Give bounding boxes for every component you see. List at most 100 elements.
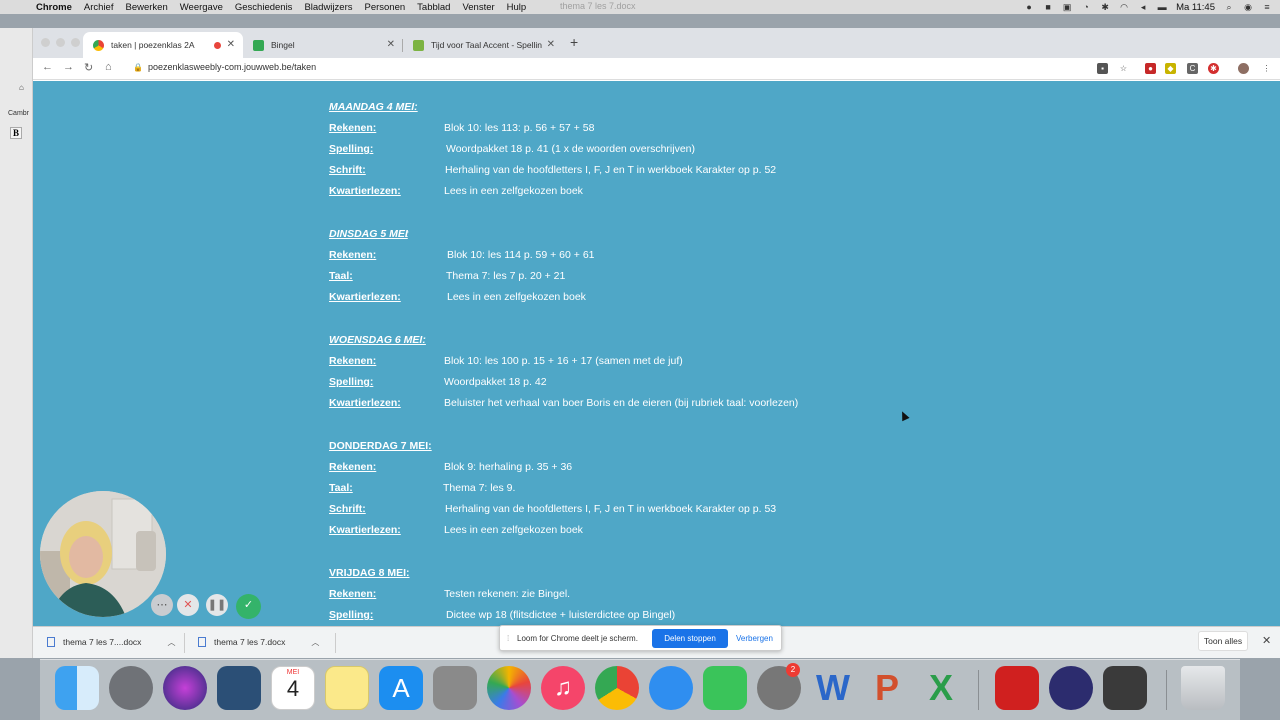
notification-center-icon[interactable]: ≡	[1262, 2, 1272, 12]
display-icon[interactable]: ▣	[1062, 2, 1072, 12]
chrome-menu-icon[interactable]: ⋮	[1261, 63, 1272, 74]
menu-archief[interactable]: Archief	[84, 2, 114, 13]
subject-label: Kwartierlezen:	[329, 185, 401, 197]
close-downloads-icon[interactable]: ✕	[1262, 634, 1271, 647]
chevron-up-icon[interactable]: ︿	[311, 638, 319, 647]
close-tab-icon[interactable]: ✕	[227, 39, 235, 50]
trash-icon[interactable]	[1181, 666, 1225, 710]
menu-hulp[interactable]: Hulp	[507, 2, 527, 13]
tab-taal-accent[interactable]: Tijd voor Taal Accent - Spellin ✕	[403, 32, 563, 58]
tab-strip: taken | poezenklas 2A ✕ Bingel ✕ Tijd vo…	[33, 28, 1280, 58]
extension-yellow-icon[interactable]: ◆	[1165, 63, 1176, 74]
day-heading-donderdag: DONDERDAG 7 MEI:	[329, 440, 432, 452]
finish-recording-icon[interactable]: ✓	[236, 594, 261, 619]
volume-icon[interactable]: ◂	[1138, 2, 1148, 12]
home-icon[interactable]: ⌂	[105, 61, 112, 73]
tab-label: Tijd voor Taal Accent - Spellin	[431, 40, 543, 50]
window-close-dot[interactable]	[41, 38, 50, 47]
forward-icon[interactable]: →	[63, 61, 74, 73]
launchpad-icon[interactable]	[109, 666, 153, 710]
loom-sharing-bar: ⁞ Loom for Chrome deelt je scherm. Delen…	[499, 625, 782, 651]
camera-icon[interactable]: ■	[1043, 2, 1053, 12]
menu-geschiedenis[interactable]: Geschiedenis	[235, 2, 293, 13]
window-zoom-dot[interactable]	[71, 38, 80, 47]
subject-task: Thema 7: les 9.	[443, 482, 516, 494]
music-icon[interactable]: ♫	[541, 666, 585, 710]
menu-bladwijzers[interactable]: Bladwijzers	[304, 2, 352, 13]
menu-personen[interactable]: Personen	[364, 2, 405, 13]
chevron-up-icon[interactable]: ︿	[167, 638, 175, 647]
acrobat-icon[interactable]	[995, 666, 1039, 710]
reload-icon[interactable]: ↻	[84, 61, 93, 74]
window-minimize-dot[interactable]	[56, 38, 65, 47]
webcam-bubble[interactable]	[40, 491, 166, 617]
subject-task: Blok 10: les 113: p. 56 + 57 + 58	[444, 122, 595, 134]
music-player-icon[interactable]	[1049, 666, 1093, 710]
loom-ext-icon[interactable]: ✱	[1208, 63, 1219, 74]
tab-bingel[interactable]: Bingel ✕	[243, 32, 403, 58]
menu-app-name[interactable]: Chrome	[36, 2, 72, 13]
bold-button[interactable]: B	[10, 127, 22, 139]
pause-recording-icon[interactable]: ❚❚	[206, 594, 228, 616]
media-app-icon[interactable]	[1103, 666, 1147, 710]
drag-handle-icon[interactable]: ⁞	[507, 634, 509, 643]
powerpoint-icon[interactable]: P	[865, 666, 909, 710]
subject-label: Kwartierlezen:	[329, 291, 401, 303]
tab-taken[interactable]: taken | poezenklas 2A ✕	[83, 32, 243, 58]
spotlight-icon[interactable]: ⌕	[1224, 2, 1234, 12]
time-machine-icon[interactable]: ◔	[1081, 2, 1091, 12]
photo-slideshow-icon[interactable]	[217, 666, 261, 710]
menu-tabblad[interactable]: Tabblad	[417, 2, 450, 13]
subject-label: Spelling:	[329, 143, 374, 155]
cancel-recording-icon[interactable]: ✕	[177, 594, 199, 616]
menu-venster[interactable]: Venster	[462, 2, 494, 13]
notes-icon[interactable]	[325, 666, 369, 710]
calendar-icon[interactable]: MEI 4	[271, 666, 315, 710]
facetime-icon[interactable]	[703, 666, 747, 710]
back-icon[interactable]: ←	[42, 61, 53, 73]
menu-bewerken[interactable]: Bewerken	[125, 2, 167, 13]
subject-task: Dictee wp 18 (flitsdictee + luisterdicte…	[446, 609, 676, 621]
extension-gray-icon[interactable]: C	[1187, 63, 1198, 74]
address-bar[interactable]: poezenklasweebly-com.jouwweb.be/taken	[148, 62, 316, 72]
show-all-downloads-button[interactable]: Toon alles	[1198, 631, 1248, 651]
lock-icon[interactable]: 🔒	[133, 63, 143, 72]
excel-icon[interactable]: X	[919, 666, 963, 710]
bookmark-star-icon[interactable]: ☆	[1118, 63, 1129, 74]
stop-sharing-button[interactable]: Delen stoppen	[652, 629, 728, 648]
siri-icon[interactable]: ◉	[1243, 2, 1253, 12]
new-tab-icon[interactable]: +	[570, 34, 578, 50]
download-item[interactable]: thema 7 les 7....docx ︿	[47, 637, 175, 648]
more-options-icon[interactable]: ⋯	[151, 594, 173, 616]
siri-icon[interactable]	[163, 666, 207, 710]
flag-icon[interactable]: ▬	[1157, 2, 1167, 12]
subject-label: Rekenen:	[329, 588, 377, 600]
bluetooth-icon[interactable]: ✱	[1100, 2, 1110, 12]
font-field[interactable]: Cambr	[8, 110, 29, 117]
profile-avatar[interactable]	[1238, 63, 1249, 74]
camera-ext-icon[interactable]: ▪	[1097, 63, 1108, 74]
background-word-window[interactable]: ⌂ Cambr B	[0, 28, 33, 658]
word-icon[interactable]: W	[811, 666, 855, 710]
subject-label: Rekenen:	[329, 249, 377, 261]
microphone-icon[interactable]: ●	[1024, 2, 1034, 12]
home-icon[interactable]: ⌂	[19, 83, 24, 92]
download-item[interactable]: thema 7 les 7.docx ︿	[198, 637, 319, 648]
close-tab-icon[interactable]: ✕	[387, 39, 395, 50]
wifi-icon[interactable]: ◠	[1119, 2, 1129, 12]
subject-label: Kwartierlezen:	[329, 397, 401, 409]
finder-icon[interactable]	[55, 666, 99, 710]
calculator-icon[interactable]	[433, 666, 477, 710]
menu-weergave[interactable]: Weergave	[180, 2, 223, 13]
chrome-window: taken | poezenklas 2A ✕ Bingel ✕ Tijd vo…	[33, 28, 1280, 658]
menu-clock[interactable]: Ma 11:45	[1176, 2, 1215, 13]
hide-button[interactable]: Verbergen	[736, 634, 773, 643]
extension-red-icon[interactable]: ●	[1145, 63, 1156, 74]
safari-icon[interactable]	[649, 666, 693, 710]
download-divider	[184, 633, 185, 653]
chrome-dock-icon[interactable]	[595, 666, 639, 710]
close-tab-icon[interactable]: ✕	[547, 39, 555, 50]
subject-label: Rekenen:	[329, 355, 377, 367]
photos-icon[interactable]	[487, 666, 531, 710]
app-store-icon[interactable]: A	[379, 666, 423, 710]
